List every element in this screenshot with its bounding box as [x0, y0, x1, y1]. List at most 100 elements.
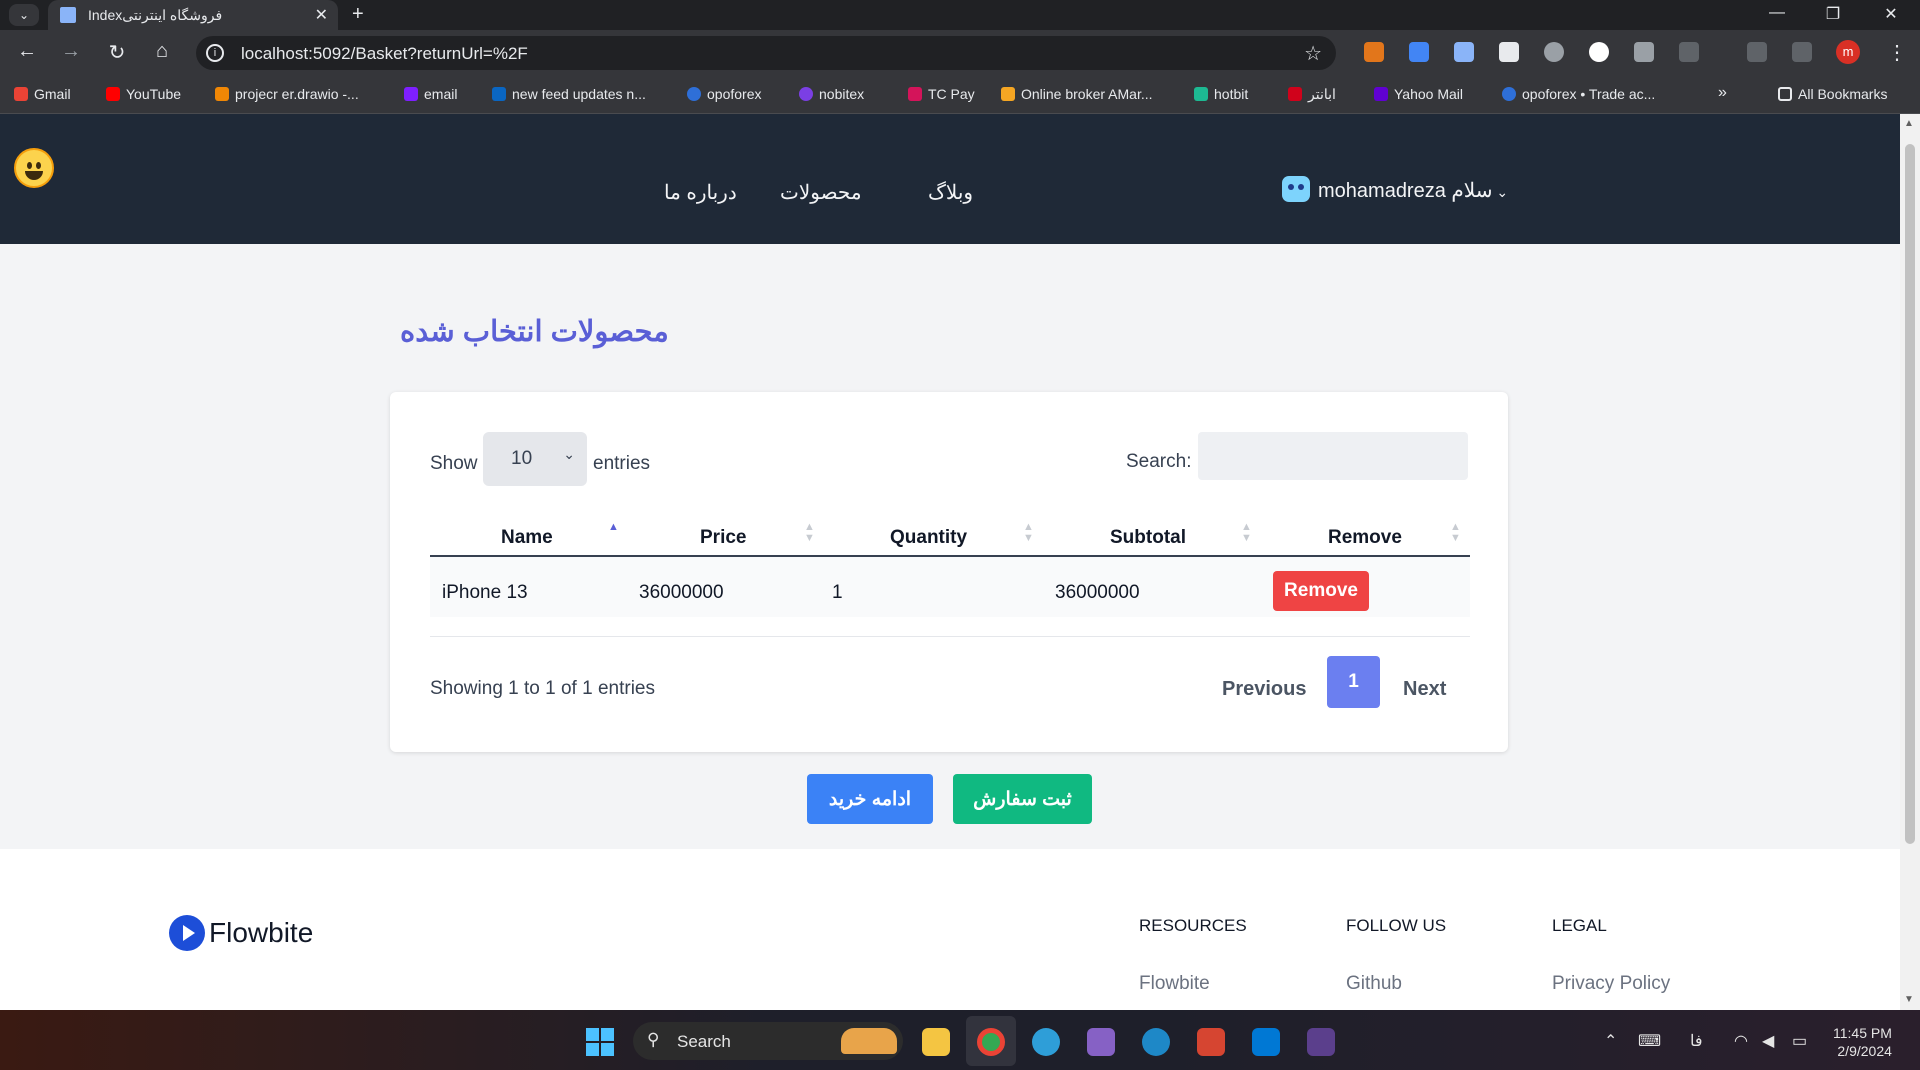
forward-button[interactable]: → — [58, 40, 84, 63]
bookmark-opoforex-trade[interactable]: opoforex • Trade ac... — [1502, 86, 1655, 102]
close-window-button[interactable]: ✕ — [1876, 4, 1906, 24]
nav-products-link[interactable]: محصولات — [780, 180, 862, 205]
file-explorer-icon[interactable] — [922, 1028, 950, 1056]
cell-subtotal: 36000000 — [1055, 582, 1140, 603]
column-header-price[interactable]: Price — [700, 527, 746, 549]
bookmark-youtube[interactable]: YouTube — [106, 86, 181, 102]
keyboard-icon[interactable]: ⌨ — [1638, 1031, 1661, 1051]
bookmark-linkedin[interactable]: new feed updates n... — [492, 86, 646, 102]
entries-per-page-select[interactable]: 10 ⌄ — [483, 432, 587, 486]
bookmark-label: Yahoo Mail — [1394, 86, 1464, 102]
address-bar[interactable]: i localhost:5092/Basket?returnUrl=%2F ☆ — [196, 36, 1336, 70]
sort-indicator-icon[interactable]: ▲ — [608, 522, 619, 533]
entries-label: entries — [593, 453, 651, 474]
media-controls-icon[interactable] — [1747, 42, 1767, 62]
taskbar-search-box[interactable]: ⚲ Search — [633, 1022, 903, 1060]
bookmark-label: ابانتر — [1308, 86, 1336, 102]
column-header-subtotal[interactable]: Subtotal — [1110, 527, 1186, 549]
url-text[interactable]: localhost:5092/Basket?returnUrl=%2F — [241, 44, 528, 64]
chrome-icon[interactable] — [977, 1028, 1005, 1056]
visual-studio-icon[interactable] — [1087, 1028, 1115, 1056]
folder-icon — [1778, 87, 1792, 101]
window-extension-icon[interactable] — [1499, 42, 1519, 62]
new-tab-button[interactable]: + — [352, 3, 364, 26]
footer-privacy-link[interactable]: Privacy Policy — [1552, 973, 1670, 995]
vpn-app-icon[interactable] — [1142, 1028, 1170, 1056]
bookmark-opoforex[interactable]: opoforex — [687, 86, 761, 102]
more-bookmarks-chevron-icon[interactable]: » — [1718, 84, 1727, 102]
browser-tab-active[interactable]: Indexفروشگاه اینترنتی ✕ — [48, 0, 338, 30]
column-header-quantity[interactable]: Quantity — [890, 527, 967, 549]
volume-icon[interactable]: ◀ — [1762, 1031, 1774, 1051]
sort-indicator-icon[interactable]: ▲ ▼ — [804, 522, 815, 544]
footer-brand[interactable]: Flowbite — [209, 917, 313, 949]
bookmark-hotbit[interactable]: hotbit — [1194, 86, 1248, 102]
flowbite-logo-icon[interactable] — [169, 915, 205, 951]
metamask-extension-icon[interactable] — [1364, 42, 1384, 62]
smiley-logo-icon[interactable] — [14, 148, 54, 188]
battery-icon[interactable]: ▭ — [1792, 1031, 1807, 1051]
site-info-icon[interactable]: i — [206, 44, 224, 62]
nav-about-link[interactable]: درباره ما — [664, 180, 737, 205]
reload-button[interactable]: ↻ — [104, 40, 130, 65]
back-button[interactable]: ← — [14, 40, 40, 63]
bookmark-email[interactable]: email — [404, 86, 457, 102]
column-header-name[interactable]: Name — [501, 527, 553, 549]
edge-icon[interactable] — [1032, 1028, 1060, 1056]
bookmark-tcpay[interactable]: TC Pay — [908, 86, 975, 102]
scrollbar-thumb[interactable] — [1905, 144, 1915, 844]
system-clock[interactable]: 11:45 PM 2/9/2024 — [1833, 1024, 1892, 1060]
bookmark-yahoo-mail[interactable]: Yahoo Mail — [1374, 86, 1463, 102]
sort-indicator-icon[interactable]: ▲ ▼ — [1450, 522, 1461, 544]
remove-item-button[interactable]: Remove — [1273, 571, 1369, 611]
translate-extension-icon[interactable] — [1409, 42, 1429, 62]
pagination-next[interactable]: Next — [1403, 678, 1446, 701]
table-search-input[interactable] — [1198, 432, 1468, 480]
home-button[interactable]: ⌂ — [149, 40, 175, 63]
minimize-button[interactable]: — — [1762, 4, 1792, 22]
opoforex-icon — [687, 87, 701, 101]
bookmark-gmail[interactable]: Gmail — [14, 86, 71, 102]
language-indicator[interactable]: فا — [1690, 1031, 1703, 1051]
side-panel-icon[interactable] — [1792, 42, 1812, 62]
shield-extension-icon[interactable] — [1634, 42, 1654, 62]
tab-search-button[interactable]: ⌄ — [9, 4, 39, 26]
link-extension-icon[interactable] — [1589, 42, 1609, 62]
column-header-remove[interactable]: Remove — [1328, 527, 1402, 549]
bookmark-drawio[interactable]: projecr er.drawio -... — [215, 86, 359, 102]
close-tab-icon[interactable]: ✕ — [315, 5, 328, 25]
docs-extension-icon[interactable] — [1454, 42, 1474, 62]
user-menu-dropdown[interactable]: mohamadreza سلام ⌄ — [1282, 176, 1508, 203]
scroll-down-arrow-icon[interactable]: ▼ — [1904, 994, 1914, 1005]
continue-shopping-button[interactable]: ادامه خرید — [807, 774, 933, 824]
bookmark-star-icon[interactable]: ☆ — [1304, 41, 1322, 66]
pagination-page-current[interactable]: 1 — [1327, 656, 1380, 708]
restore-button[interactable]: ❐ — [1818, 4, 1848, 24]
postman-icon[interactable] — [1197, 1028, 1225, 1056]
react-extension-icon[interactable] — [1544, 42, 1564, 62]
all-bookmarks-folder[interactable]: All Bookmarks — [1778, 86, 1887, 102]
bookmark-abantether[interactable]: ابانتر — [1288, 86, 1336, 103]
vscode-icon[interactable] — [1252, 1028, 1280, 1056]
windows-start-icon[interactable] — [586, 1028, 614, 1056]
show-label: Show — [430, 453, 478, 474]
terminal-icon[interactable] — [1307, 1028, 1335, 1056]
chrome-menu-icon[interactable]: ⋮ — [1884, 40, 1910, 65]
sort-indicator-icon[interactable]: ▲ ▼ — [1023, 522, 1034, 544]
footer-github-link[interactable]: Github — [1346, 973, 1402, 995]
tray-overflow-chevron-icon[interactable]: ⌃ — [1604, 1031, 1617, 1051]
extensions-puzzle-icon[interactable] — [1679, 42, 1699, 62]
place-order-button[interactable]: ثبت سفارش — [953, 774, 1092, 824]
bookmark-nobitex[interactable]: nobitex — [799, 86, 864, 102]
pagination-previous[interactable]: Previous — [1222, 678, 1306, 701]
yahoo-icon — [404, 87, 418, 101]
nav-blog-link[interactable]: وبلاگ — [928, 180, 973, 205]
bookmark-amarkets[interactable]: Online broker AMar... — [1001, 86, 1153, 102]
sort-indicator-icon[interactable]: ▲ ▼ — [1241, 522, 1252, 544]
page-scrollbar[interactable]: ▲ ▼ — [1900, 114, 1920, 1010]
scroll-up-arrow-icon[interactable]: ▲ — [1904, 118, 1914, 129]
opoforex-icon — [1502, 87, 1516, 101]
profile-avatar[interactable]: m — [1836, 40, 1860, 64]
footer-flowbite-link[interactable]: Flowbite — [1139, 973, 1210, 995]
wifi-icon[interactable]: ◠ — [1734, 1031, 1748, 1051]
